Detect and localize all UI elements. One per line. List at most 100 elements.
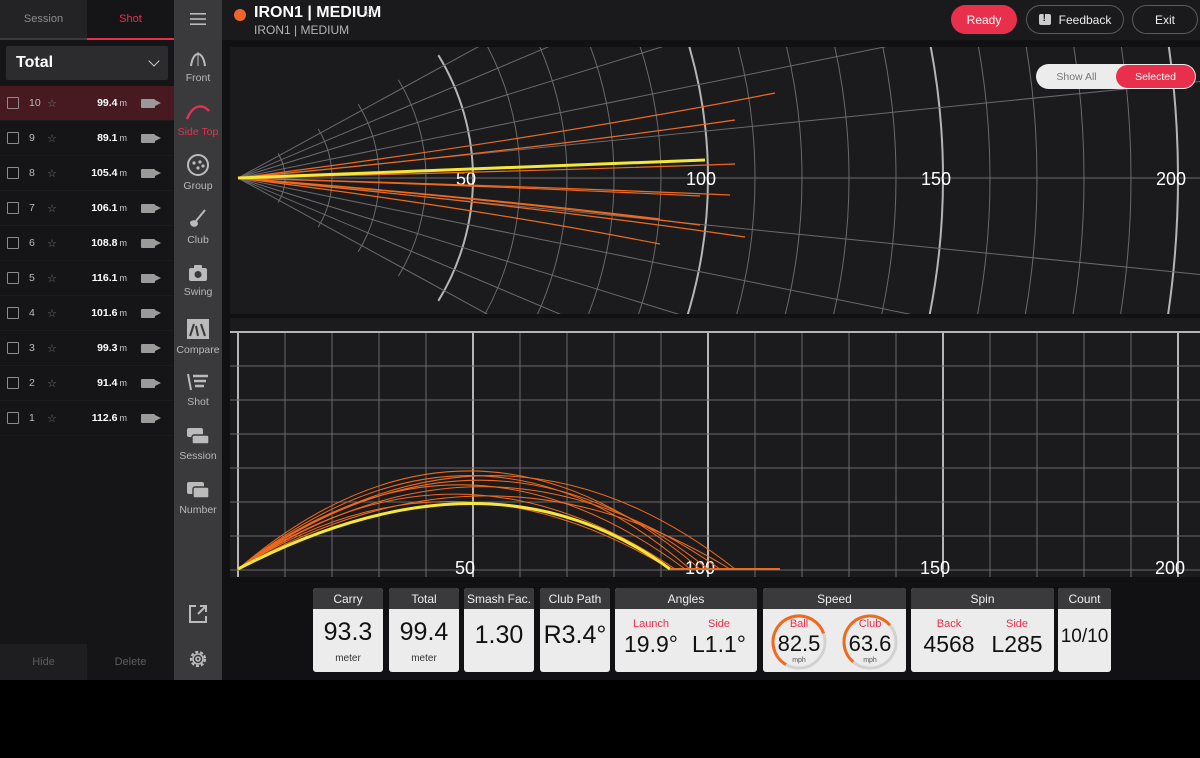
star-icon[interactable]: ☆ [47, 132, 63, 145]
nav-label: Compare [176, 344, 220, 356]
selected-toggle[interactable]: Selected [1116, 65, 1195, 88]
show-all-toggle[interactable]: Show All [1037, 65, 1116, 88]
star-icon[interactable]: ☆ [47, 342, 63, 355]
total-label: Total [389, 588, 459, 609]
shot-list: 10 ☆ 99.4 m 9 ☆ 89.1 m 8 ☆ 105.4 m 7 ☆ 106.1 m 6 ☆ 108.8 m 5… [0, 86, 174, 436]
shot-row[interactable]: 5 ☆ 116.1 m [0, 261, 174, 296]
star-icon[interactable]: ☆ [47, 272, 63, 285]
video-camera-icon[interactable] [141, 413, 161, 423]
star-icon[interactable]: ☆ [47, 97, 63, 110]
feedback-button[interactable]: Feedback [1026, 5, 1124, 34]
launch-angle: Launch 19.9° [623, 618, 679, 658]
nav-club[interactable]: Club [174, 208, 222, 246]
shot-distance-value: 99.3 [97, 342, 118, 354]
shot-distance-unit: m [119, 413, 128, 423]
nav-front[interactable]: Front [174, 46, 222, 84]
ready-button[interactable]: Ready [951, 5, 1017, 34]
star-icon[interactable]: ☆ [47, 377, 63, 390]
group-icon [187, 154, 209, 176]
shot-checkbox[interactable] [7, 97, 19, 109]
shot-checkbox[interactable] [7, 132, 19, 144]
shot-row[interactable]: 9 ☆ 89.1 m [0, 121, 174, 156]
star-icon[interactable]: ☆ [47, 412, 63, 425]
shot-number: 1 [29, 412, 35, 424]
video-camera-icon[interactable] [141, 203, 161, 213]
nav-shot[interactable]: Shot [174, 372, 222, 408]
shot-checkbox[interactable] [7, 272, 19, 284]
club-speed: Club 63.6 mph [841, 618, 899, 664]
back-spin-value: 4568 [923, 631, 975, 657]
nav-number[interactable]: Number [174, 480, 222, 516]
video-camera-icon[interactable] [141, 98, 161, 108]
shot-row[interactable]: 1 ☆ 112.6 m [0, 401, 174, 436]
nav-session[interactable]: Session [174, 426, 222, 462]
shot-row[interactable]: 4 ☆ 101.6 m [0, 296, 174, 331]
hide-button[interactable]: Hide [0, 644, 87, 680]
shot-checkbox[interactable] [7, 412, 19, 424]
video-camera-icon[interactable] [141, 308, 161, 318]
shot-checkbox[interactable] [7, 167, 19, 179]
shot-distance-unit: m [119, 238, 128, 248]
shot-row[interactable]: 8 ☆ 105.4 m [0, 156, 174, 191]
club-subtitle: IRON1 | MEDIUM [254, 23, 350, 37]
star-icon[interactable]: ☆ [47, 307, 63, 320]
star-icon[interactable]: ☆ [47, 167, 63, 180]
shot-distance-unit: m [119, 273, 128, 283]
nav-group[interactable]: Group [174, 154, 222, 192]
shot-row[interactable]: 10 ☆ 99.4 m [0, 86, 174, 121]
exit-button[interactable]: Exit [1132, 5, 1198, 34]
shot-checkbox[interactable] [7, 307, 19, 319]
tab-shot[interactable]: Shot [87, 0, 174, 40]
video-camera-icon[interactable] [141, 378, 161, 388]
speed-label: Speed [763, 588, 906, 609]
range-arc [784, 47, 803, 314]
shot-checkbox[interactable] [7, 202, 19, 214]
menu-button[interactable] [174, 10, 222, 28]
video-camera-icon[interactable] [141, 238, 161, 248]
shot-row[interactable]: 3 ☆ 99.3 m [0, 331, 174, 366]
shot-distance-value: 116.1 [91, 272, 118, 284]
shot-checkbox[interactable] [7, 377, 19, 389]
front-icon [190, 52, 206, 67]
shot-checkbox[interactable] [7, 237, 19, 249]
ball-speed-label: Ball [789, 618, 809, 630]
shot-checkbox[interactable] [7, 342, 19, 354]
settings-button[interactable] [174, 648, 222, 670]
nav-compare[interactable]: Compare [174, 318, 222, 356]
chevron-down-icon [148, 55, 160, 67]
favorite-star-icon[interactable]: ☆ [363, 2, 377, 22]
shot-row[interactable]: 7 ☆ 106.1 m [0, 191, 174, 226]
shot-distance-value: 99.4 [97, 97, 118, 109]
carry-card: Carry 93.3 meter [313, 588, 383, 672]
shot-distance-value: 112.6 [91, 412, 118, 424]
filter-select[interactable]: Total [6, 46, 168, 80]
video-camera-icon[interactable] [141, 133, 161, 143]
shot-number: 2 [29, 377, 35, 389]
shot-distance-value: 105.4 [91, 167, 118, 179]
shot-trace [237, 475, 691, 570]
count-value: 10/10 [1060, 626, 1109, 647]
nav-swing[interactable]: Swing [174, 264, 222, 298]
shot-row[interactable]: 6 ☆ 108.8 m [0, 226, 174, 261]
direction-line [237, 177, 488, 314]
video-camera-icon[interactable] [141, 168, 161, 178]
video-camera-icon[interactable] [141, 273, 161, 283]
shot-row[interactable]: 2 ☆ 91.4 m [0, 366, 174, 401]
export-icon [189, 605, 207, 623]
shot-distance-unit: m [119, 168, 128, 178]
nav-side-top[interactable]: Side Top [174, 102, 222, 138]
nav-label: Club [187, 234, 209, 246]
top-view-chart: 50 100 150 200 Show All Selected [230, 47, 1200, 314]
star-icon[interactable]: ☆ [47, 237, 63, 250]
shot-distance-unit: m [119, 133, 128, 143]
angles-card: Angles Launch 19.9° Side L1.1° [615, 588, 757, 672]
star-icon[interactable]: ☆ [47, 202, 63, 215]
tab-session[interactable]: Session [0, 0, 87, 40]
club-icon [190, 209, 206, 227]
carry-label: Carry [313, 588, 383, 609]
shot-distance: 99.4 m [63, 97, 127, 109]
video-camera-icon[interactable] [141, 343, 161, 353]
delete-button[interactable]: Delete [87, 644, 174, 680]
shot-distance-unit: m [119, 343, 128, 353]
export-button[interactable] [174, 603, 222, 625]
